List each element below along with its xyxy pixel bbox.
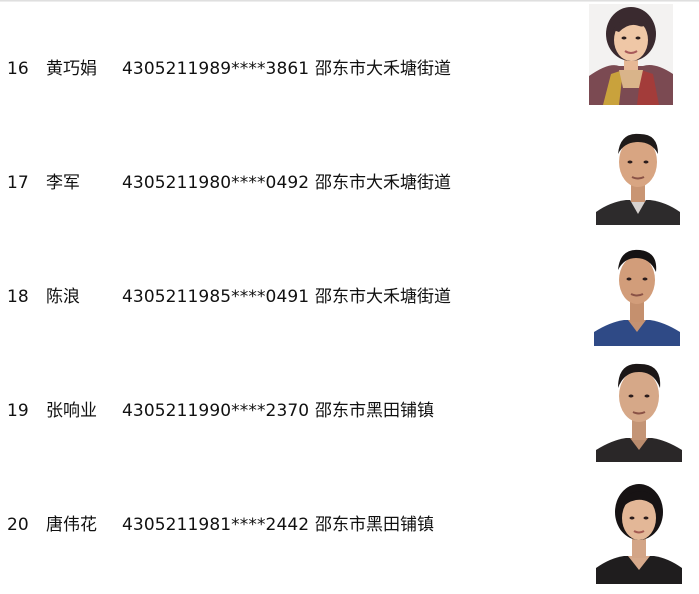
record-row: 20 唐伟花 4305211981****2442 邵东市黑田铺镇	[0, 468, 699, 584]
person-name: 张响业	[46, 401, 97, 421]
id-number: 4305211980****0492	[122, 173, 310, 193]
id-number: 4305211989****3861	[122, 59, 310, 79]
record-row: 18 陈浪 4305211985****0491 邵东市大禾塘街道	[0, 240, 699, 354]
record-number: 17	[7, 173, 29, 193]
id-number: 4305211990****2370	[122, 401, 310, 421]
id-number: 4305211985****0491	[122, 287, 310, 307]
record-number: 18	[7, 287, 29, 307]
portrait-photo	[596, 358, 682, 462]
address: 邵东市大禾塘街道	[315, 59, 451, 79]
record-number: 20	[7, 515, 29, 535]
portrait-photo	[594, 244, 680, 346]
record-row: 19 张响业 4305211990****2370 邵东市黑田铺镇	[0, 354, 699, 468]
person-name: 唐伟花	[46, 515, 97, 535]
address: 邵东市黑田铺镇	[315, 515, 434, 535]
person-name: 陈浪	[46, 287, 80, 307]
address: 邵东市黑田铺镇	[315, 401, 434, 421]
person-name: 李军	[46, 173, 80, 193]
portrait-photo	[596, 126, 680, 225]
address: 邵东市大禾塘街道	[315, 173, 451, 193]
record-row: 17 李军 4305211980****0492 邵东市大禾塘街道	[0, 126, 699, 240]
person-name: 黄巧娟	[46, 59, 97, 79]
record-number: 16	[7, 59, 29, 79]
record-number: 19	[7, 401, 29, 421]
portrait-photo	[589, 4, 673, 105]
page-top-edge	[0, 0, 699, 2]
address: 邵东市大禾塘街道	[315, 287, 451, 307]
portrait-photo	[596, 480, 682, 584]
record-row: 16 黄巧娟 4305211989****3861 邵东市大禾塘街道	[0, 4, 699, 126]
id-number: 4305211981****2442	[122, 515, 310, 535]
